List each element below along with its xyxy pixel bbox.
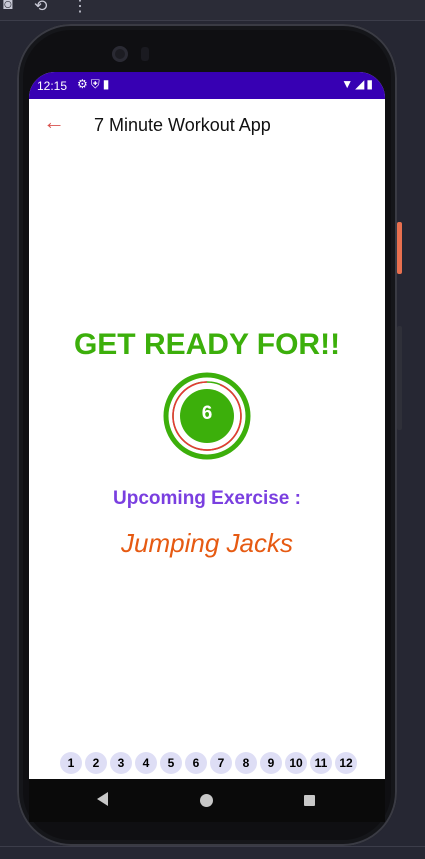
rotate-icon[interactable]: ⟲ [34, 0, 47, 16]
status-right-icons: ▼◢▮ [341, 77, 375, 91]
status-time: 12:15 [37, 79, 68, 93]
exercise-step-item: 5 [160, 752, 182, 774]
phone-screen: 12:15 ⚙⛨▮ ▼◢▮ ← 7 Minute Workout App GET… [29, 72, 385, 822]
exercise-step-item: 2 [85, 752, 107, 774]
battery-icon: ▮ [366, 77, 375, 91]
timer-value: 6 [201, 403, 213, 424]
exercise-status-list: 1 2 3 4 5 6 7 8 9 10 11 12 [60, 752, 357, 774]
emulator-toolbar: ◙ ⟲ ⋮ [0, 0, 425, 21]
exercise-step-item: 1 [60, 752, 82, 774]
exercise-step-item: 6 [185, 752, 207, 774]
upcoming-exercise-label: Upcoming Exercise : [113, 488, 301, 509]
bottom-divider [0, 846, 425, 847]
exercise-step-item: 3 [110, 752, 132, 774]
toolbar-divider [0, 20, 425, 21]
exercise-step-item: 12 [335, 752, 357, 774]
status-left-icons: ⚙⛨▮ [77, 77, 112, 92]
wifi-icon: ▼ [341, 77, 356, 91]
exercise-step-item: 11 [310, 752, 332, 774]
volume-button[interactable] [397, 326, 402, 430]
exercise-step-item: 10 [285, 752, 307, 774]
earpiece [141, 47, 149, 61]
app-title: 7 Minute Workout App [94, 115, 271, 135]
shield-icon: ⛨ [90, 77, 103, 91]
arrow-left-icon[interactable]: ← [43, 111, 65, 133]
upcoming-exercise-name: Jumping Jacks [121, 528, 293, 558]
camera-snapshot-icon[interactable]: ◙ [3, 0, 13, 14]
app-bar: ← 7 Minute Workout App [29, 99, 385, 151]
exercise-step-item: 7 [210, 752, 232, 774]
exercise-step-item: 4 [135, 752, 157, 774]
status-bar: 12:15 ⚙⛨▮ ▼◢▮ [29, 72, 385, 99]
sd-card-icon: ▮ [102, 77, 113, 91]
nav-home-icon[interactable] [200, 794, 213, 807]
nav-recents-icon[interactable] [304, 795, 315, 806]
signal-icon: ◢ [355, 77, 367, 91]
more-options-icon[interactable]: ⋮ [72, 0, 88, 16]
nav-back-icon[interactable] [97, 792, 108, 806]
exercise-step-item: 9 [260, 752, 282, 774]
exercise-step-item: 8 [235, 752, 257, 774]
system-nav-bar [29, 779, 385, 822]
power-button[interactable] [397, 222, 402, 274]
gear-icon: ⚙ [77, 77, 91, 91]
get-ready-title: GET READY FOR!! [73, 328, 341, 361]
front-camera [112, 46, 128, 62]
